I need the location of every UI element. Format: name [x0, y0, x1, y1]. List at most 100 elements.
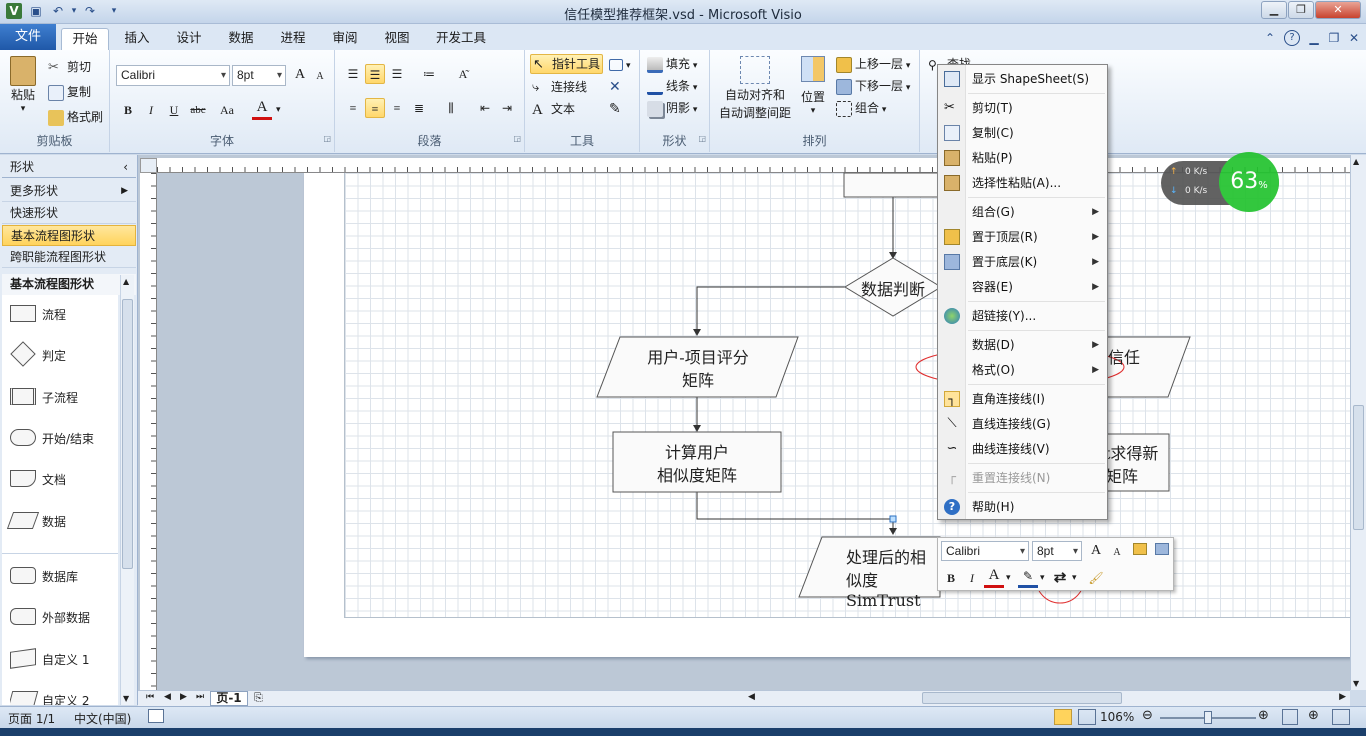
- mini-line-color-dropdown-icon[interactable]: ▾: [1040, 569, 1045, 587]
- first-page-icon[interactable]: ⏮: [146, 692, 154, 702]
- matrix-label-2: 矩阵: [681, 371, 714, 390]
- menu-data[interactable]: 数据(D) ▶: [938, 333, 1107, 357]
- scroll-up-icon[interactable]: ▲: [1353, 157, 1359, 166]
- menu-item-label: 曲线连接线(V): [972, 442, 1050, 456]
- menu-item-label: 直角连接线(I): [972, 392, 1045, 406]
- scroll-down-icon[interactable]: ▼: [1353, 679, 1359, 688]
- mini-shrink-font-button[interactable]: A: [1107, 543, 1127, 563]
- zoom-slider-thumb[interactable]: [1204, 711, 1212, 724]
- scroll-left-icon[interactable]: ◀: [748, 692, 755, 702]
- upload-speed: 0 K/s: [1185, 167, 1208, 177]
- menu-item-label: 置于底层(K): [972, 255, 1038, 269]
- mini-bold-button[interactable]: B: [941, 568, 961, 588]
- menu-separator: [968, 384, 1105, 385]
- paste-icon: [944, 150, 960, 166]
- page-number-status[interactable]: 页面 1/1: [8, 710, 55, 727]
- matrix-label-1: 用户-项目评分: [647, 348, 749, 367]
- menu-format[interactable]: 格式(O) ▶: [938, 358, 1107, 382]
- menu-item-label: 选择性粘贴(A)...: [972, 176, 1062, 190]
- menu-item-label: 容器(E): [972, 280, 1013, 294]
- insert-page-icon[interactable]: ⎘: [254, 691, 263, 705]
- horizontal-scroll-thumb[interactable]: [922, 692, 1122, 704]
- menu-item-label: 直线连接线(G): [972, 417, 1051, 431]
- new-matrix-label-2: 矩阵: [1106, 467, 1139, 486]
- arrowhead: [693, 425, 701, 432]
- mini-italic-button[interactable]: I: [962, 568, 982, 588]
- menu-right-angle-connector[interactable]: ┐ 直角连接线(I): [938, 387, 1107, 411]
- menu-cut[interactable]: ✂ 剪切(T): [938, 96, 1107, 120]
- menu-hyperlink[interactable]: 超链接(Y)...: [938, 304, 1107, 328]
- memory-percent-unit: %: [1258, 180, 1268, 191]
- next-page-icon[interactable]: ▶: [180, 692, 187, 702]
- submenu-arrow-icon: ▶: [1092, 340, 1099, 350]
- mini-format-painter-icon[interactable]: 🖌: [1086, 568, 1106, 588]
- menu-copy[interactable]: 复制(C): [938, 121, 1107, 145]
- process-shape-top[interactable]: [843, 172, 945, 198]
- vertical-scroll-thumb[interactable]: [1353, 405, 1364, 530]
- menu-separator: [968, 492, 1105, 493]
- zoom-in-icon[interactable]: ⊕: [1258, 708, 1269, 723]
- submenu-arrow-icon: ▶: [1092, 257, 1099, 267]
- mini-font-color-button[interactable]: A: [984, 566, 1004, 588]
- scroll-right-icon[interactable]: ▶: [1339, 692, 1346, 702]
- fit-page-icon[interactable]: [1282, 709, 1298, 725]
- last-page-icon[interactable]: ⏭: [196, 692, 204, 702]
- menu-paste-special[interactable]: 选择性粘贴(A)...: [938, 171, 1107, 195]
- submenu-arrow-icon: ▶: [1092, 207, 1099, 217]
- os-taskbar: [0, 728, 1366, 736]
- mini-send-back-icon[interactable]: [1152, 541, 1172, 561]
- decision-label: 数据判断: [860, 280, 925, 299]
- paste-special-icon: [944, 175, 960, 191]
- vertical-scrollbar[interactable]: ▲ ▼: [1350, 155, 1366, 690]
- menu-group[interactable]: 组合(G) ▶: [938, 200, 1107, 224]
- mini-line-weight-dropdown-icon[interactable]: ▾: [1072, 569, 1077, 587]
- mini-line-weight-icon[interactable]: ⇄: [1050, 568, 1070, 588]
- curved-connector-icon: ∽: [946, 441, 958, 456]
- menu-separator: [968, 197, 1105, 198]
- send-back-icon: [944, 254, 960, 270]
- menu-separator: [968, 463, 1105, 464]
- macro-record-icon[interactable]: [148, 709, 164, 723]
- menu-bring-to-front[interactable]: 置于顶层(R) ▶: [938, 225, 1107, 249]
- globe-icon: [944, 308, 960, 324]
- upload-arrow-icon: ↑: [1170, 167, 1178, 177]
- mini-font-color-dropdown-icon[interactable]: ▾: [1006, 569, 1011, 587]
- menu-straight-connector[interactable]: ⟍ 直线连接线(G): [938, 412, 1107, 436]
- menu-item-label: 组合(G): [972, 205, 1015, 219]
- memory-usage-circle[interactable]: 63%: [1219, 152, 1279, 212]
- mini-grow-font-button[interactable]: A: [1086, 541, 1106, 561]
- similarity-label-1: 计算用户: [664, 443, 729, 462]
- menu-container[interactable]: 容器(E) ▶: [938, 275, 1107, 299]
- menu-show-shapesheet[interactable]: 显示 ShapeSheet(S): [938, 67, 1107, 91]
- mini-font-combo[interactable]: Calibri: [941, 541, 1029, 561]
- network-speed-widget[interactable]: ↑ 0 K/s ↓ 0 K/s 63%: [1161, 152, 1279, 212]
- prev-page-icon[interactable]: ◀: [164, 692, 171, 702]
- language-status[interactable]: 中文(中国): [74, 710, 131, 727]
- menu-item-label: 复制(C): [972, 126, 1014, 140]
- copy-icon: [944, 125, 960, 141]
- mini-line-color-icon[interactable]: ✎: [1018, 566, 1038, 588]
- page-tab[interactable]: 页-1: [210, 691, 248, 706]
- zoom-out-icon[interactable]: ⊖: [1142, 708, 1153, 723]
- trust-label: 信任: [1108, 348, 1141, 367]
- menu-curved-connector[interactable]: ∽ 曲线连接线(V): [938, 437, 1107, 461]
- pan-zoom-icon[interactable]: ⊕: [1308, 708, 1319, 723]
- full-screen-icon[interactable]: [1078, 709, 1096, 725]
- submenu-arrow-icon: ▶: [1092, 282, 1099, 292]
- shapesheet-icon: [944, 71, 960, 87]
- mini-size-combo[interactable]: 8pt: [1032, 541, 1082, 561]
- menu-help[interactable]: ? 帮助(H): [938, 495, 1107, 519]
- menu-paste[interactable]: 粘贴(P): [938, 146, 1107, 170]
- zoom-level[interactable]: 106%: [1100, 710, 1134, 724]
- connector-similarity-to-processed[interactable]: [696, 492, 894, 534]
- menu-send-to-back[interactable]: 置于底层(K) ▶: [938, 250, 1107, 274]
- submenu-arrow-icon: ▶: [1092, 232, 1099, 242]
- selection-handle[interactable]: [889, 515, 897, 523]
- normal-view-icon[interactable]: [1054, 709, 1072, 725]
- mini-bring-front-icon[interactable]: [1130, 541, 1150, 561]
- switch-windows-icon[interactable]: [1332, 709, 1350, 725]
- menu-item-label: 超链接(Y)...: [972, 309, 1037, 323]
- connector-decision-to-matrix[interactable]: [696, 286, 845, 335]
- arrowhead: [889, 528, 897, 535]
- menu-item-label: 粘贴(P): [972, 151, 1013, 165]
